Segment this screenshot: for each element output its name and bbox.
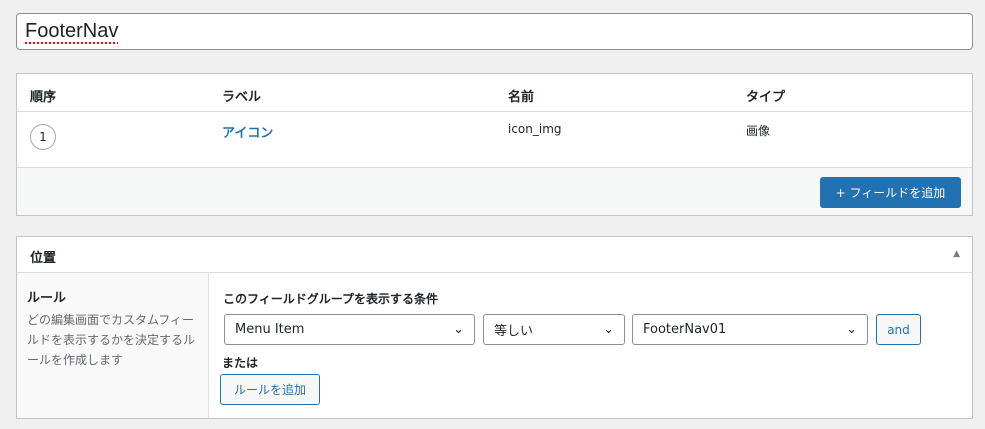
header-type: タイプ — [746, 90, 786, 105]
add-field-button[interactable]: + フィールドを追加 — [820, 177, 961, 208]
param-select[interactable]: Menu Item ⌄ — [224, 314, 475, 345]
operator-select[interactable]: 等しい ⌄ — [483, 314, 625, 345]
order-badge[interactable]: 1 — [30, 124, 56, 150]
field-name: icon_img — [508, 122, 562, 136]
and-button[interactable]: and — [876, 314, 921, 345]
operator-value: 等しい — [494, 324, 534, 339]
table-footer: + フィールドを追加 — [17, 167, 972, 215]
or-label: または — [222, 356, 259, 370]
chevron-down-icon: ⌄ — [453, 322, 464, 337]
field-type: 画像 — [746, 124, 771, 138]
condition-heading: このフィールドグループを表示する条件 — [223, 292, 439, 306]
location-header[interactable]: 位置 ▲ — [17, 237, 972, 273]
value-value: FooterNav01 — [643, 322, 727, 337]
header-name: 名前 — [508, 90, 535, 105]
rules-description: どの編集画面でカスタムフィールドを表示するかを決定するルールを作成します — [27, 313, 196, 367]
header-order: 順序 — [30, 90, 57, 105]
field-label-link[interactable]: アイコン — [222, 122, 273, 141]
chevron-down-icon: ⌄ — [846, 322, 857, 337]
fields-table: 順序 ラベル 名前 タイプ 1 アイコン icon_img 画像 + フィールド… — [16, 73, 973, 216]
rules-info: ルール どの編集画面でカスタムフィールドを表示するかを決定するルールを作成します — [17, 273, 209, 418]
location-title: 位置 — [30, 251, 57, 266]
title-input[interactable]: FooterNav — [16, 13, 973, 50]
rules-heading: ルール — [27, 291, 67, 306]
value-select[interactable]: FooterNav01 ⌄ — [632, 314, 868, 345]
add-rule-button[interactable]: ルールを追加 — [220, 374, 320, 405]
location-panel: 位置 ▲ ルール どの編集画面でカスタムフィールドを表示するかを決定するルールを… — [16, 236, 973, 419]
header-label: ラベル — [222, 90, 262, 105]
title-input-value: FooterNav — [25, 20, 119, 42]
collapse-icon[interactable]: ▲ — [953, 249, 960, 259]
param-value: Menu Item — [235, 322, 305, 337]
table-header: 順序 ラベル 名前 タイプ — [17, 74, 972, 112]
chevron-down-icon: ⌄ — [603, 322, 614, 337]
